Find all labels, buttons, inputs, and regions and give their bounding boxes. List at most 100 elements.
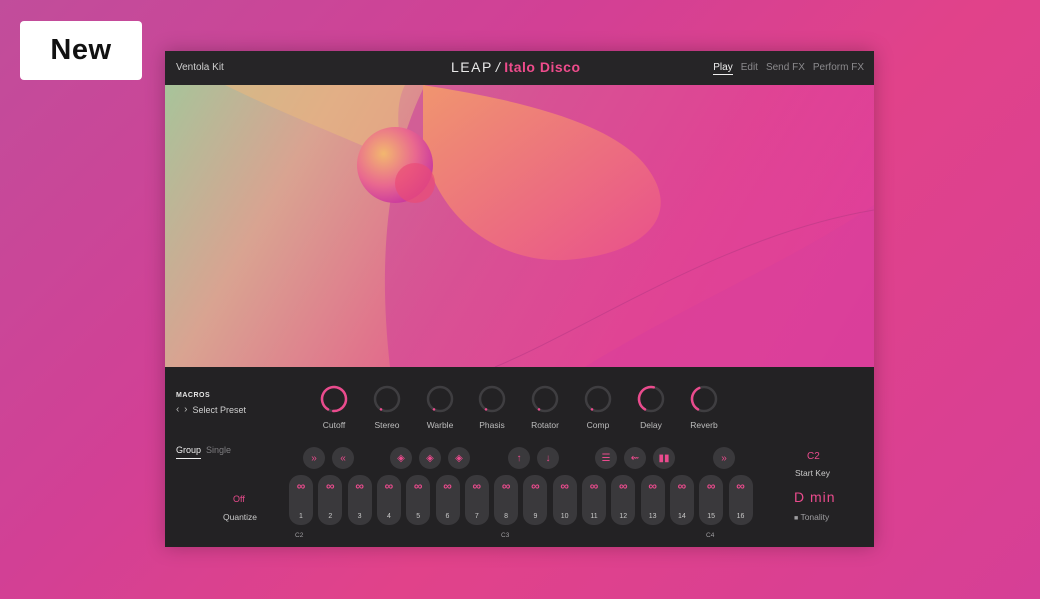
preset-label: Select Preset [192,404,246,415]
knob-dial[interactable] [319,384,349,414]
forward-icon[interactable]: » [303,447,325,469]
pad-number: 14 [677,513,686,520]
knob-dial[interactable] [425,384,455,414]
knob-dial[interactable] [477,384,507,414]
pad-number: 6 [445,513,450,520]
control-panel: MACROS ‹ › Select Preset Cutoff Stereo War… [165,367,874,547]
pad-3[interactable]: ∞ 3 [347,475,372,525]
macro-knob-rotator[interactable]: Rotator [520,384,570,430]
top-nav: Play Edit Send FX Perform FX [713,62,864,75]
rewind-icon[interactable]: « [332,447,354,469]
mode-group[interactable]: Group [176,445,202,459]
arrow-down-icon[interactable]: ↓ [537,447,559,469]
pad-number: 9 [533,513,538,520]
forward-icon[interactable]: » [713,447,735,469]
knob-label: Delay [640,420,662,430]
pad-8[interactable]: ∞ 8 [494,475,519,525]
tonality-value[interactable]: D min [794,489,836,505]
preset-arrows-icon[interactable]: ‹ › [176,404,188,415]
loop-icon: ∞ [296,479,306,493]
lock-icon[interactable]: ■ [794,515,798,522]
knob-label: Cutoff [322,420,346,430]
reverse-icon[interactable]: ⇜ [624,447,646,469]
knob-dial[interactable] [583,384,613,414]
tonality-label-text: Tonality [800,512,830,522]
loop-icon: ∞ [677,479,687,493]
macro-knob-warble[interactable]: Warble [415,384,465,430]
loop-icon: ∞ [619,479,628,493]
knob-dial[interactable] [636,384,666,414]
pad-number: 11 [590,513,598,520]
knob-dial[interactable] [530,384,560,414]
tab-send-fx[interactable]: Send FX [766,62,805,75]
macro-knob-phasis[interactable]: Phasis [467,384,517,430]
kit-artwork [165,85,874,367]
pad-14[interactable]: ∞ 14 [669,475,694,525]
loop-icon: ∞ [706,479,716,493]
loop-icon: ∞ [736,479,745,493]
pad-15[interactable]: ∞ 15 [699,475,724,525]
plugin-window: Ventola Kit LEAP / Italo Disco Play Edit S… [165,51,874,547]
pad-number: 13 [648,513,657,520]
pad-number: 4 [386,513,391,520]
preset-selector[interactable]: ‹ › Select Preset [176,404,246,415]
macro-knob-delay[interactable]: Delay [626,384,676,430]
pad-4[interactable]: ∞ 4 [376,475,401,525]
logo-slash: / [495,59,502,75]
mode-single[interactable]: Single [206,445,231,459]
tab-perform-fx[interactable]: Perform FX [813,62,864,75]
pad-5[interactable]: ∞ 5 [406,475,431,525]
logo-leap: LEAP [451,59,493,75]
macro-knob-reverb[interactable]: Reverb [679,384,729,430]
tab-edit[interactable]: Edit [741,62,758,75]
tab-play[interactable]: Play [713,62,733,75]
loop-icon: ∞ [560,479,569,493]
loop-icon: ∞ [531,479,540,493]
macro-knob-stereo[interactable]: Stereo [362,384,412,430]
diamond-pattern-icon[interactable]: ◈ [419,447,441,469]
knob-dial[interactable] [689,384,719,414]
pad-6[interactable]: ∞ 6 [435,475,460,525]
title-bar: Ventola Kit LEAP / Italo Disco Play Edit S… [165,51,874,85]
knob-label: Reverb [690,420,718,430]
loop-icon: ∞ [472,479,482,493]
artwork-shapes [225,85,874,367]
knob-label: Comp [586,420,610,430]
note-label-c4: C4 [706,532,715,539]
pad-10[interactable]: ∞ 10 [552,475,577,525]
loop-icon: ∞ [501,479,511,493]
play-mode-toggle: Group Single [176,445,231,459]
kit-name[interactable]: Ventola Kit [176,62,224,73]
bars-icon[interactable]: ▮▮ [653,447,675,469]
loop-icon: ∞ [413,479,423,493]
macro-knob-cutoff[interactable]: Cutoff [309,384,359,430]
pad-11[interactable]: ∞ 11 [582,475,606,525]
stack-icon[interactable]: ☰ [595,447,617,469]
pad-1[interactable]: ∞ 1 [289,475,313,525]
pad-number: 15 [707,513,716,520]
pad-9[interactable]: ∞ 9 [523,475,548,525]
pad-16[interactable]: ∞ 16 [728,475,753,525]
pad-7[interactable]: ∞ 7 [464,475,489,525]
pad-number: 12 [619,513,628,520]
start-key-label: Start Key [795,468,830,478]
diamond-pattern-icon[interactable]: ◈ [390,447,412,469]
start-key-value[interactable]: C2 [807,451,820,462]
diamond-pattern-icon[interactable]: ◈ [448,447,470,469]
arrow-up-icon[interactable]: ↑ [508,447,530,469]
pad-number: 5 [416,513,421,520]
loop-icon: ∞ [443,479,452,493]
note-label-c3: C3 [501,532,510,539]
pad-12[interactable]: ∞ 12 [611,475,636,525]
knob-dial[interactable] [372,384,402,414]
knob-label: Phasis [479,420,505,430]
macro-knob-comp[interactable]: Comp [573,384,623,430]
quantize-value[interactable]: Off [233,494,245,504]
loop-icon: ∞ [326,479,335,493]
new-badge: New [20,21,142,80]
loop-icon: ∞ [355,479,364,493]
pad-2[interactable]: ∞ 2 [318,475,343,525]
knob-label: Rotator [531,420,559,430]
pad-number: 8 [504,513,509,520]
pad-13[interactable]: ∞ 13 [640,475,665,525]
